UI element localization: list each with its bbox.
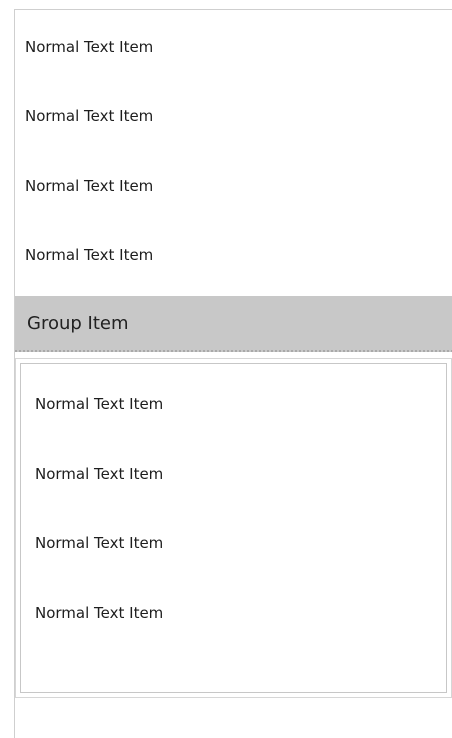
group-container: Normal Text Item Normal Text Item Normal… bbox=[15, 358, 452, 698]
group-list-item[interactable]: Normal Text Item bbox=[35, 523, 163, 563]
group-list-item[interactable]: Normal Text Item bbox=[35, 454, 163, 494]
group-content: Normal Text Item Normal Text Item Normal… bbox=[20, 363, 447, 693]
list-panel: Normal Text Item Normal Text Item Normal… bbox=[14, 9, 452, 738]
list-item[interactable]: Normal Text Item bbox=[25, 27, 153, 67]
list-item[interactable]: Normal Text Item bbox=[25, 235, 153, 275]
group-header[interactable]: Group Item bbox=[15, 296, 452, 352]
group-list-item[interactable]: Normal Text Item bbox=[35, 384, 163, 424]
group-title: Group Item bbox=[27, 313, 129, 334]
list-item[interactable]: Normal Text Item bbox=[25, 166, 153, 206]
list-item[interactable]: Normal Text Item bbox=[25, 96, 153, 136]
group-list-item[interactable]: Normal Text Item bbox=[35, 593, 163, 633]
